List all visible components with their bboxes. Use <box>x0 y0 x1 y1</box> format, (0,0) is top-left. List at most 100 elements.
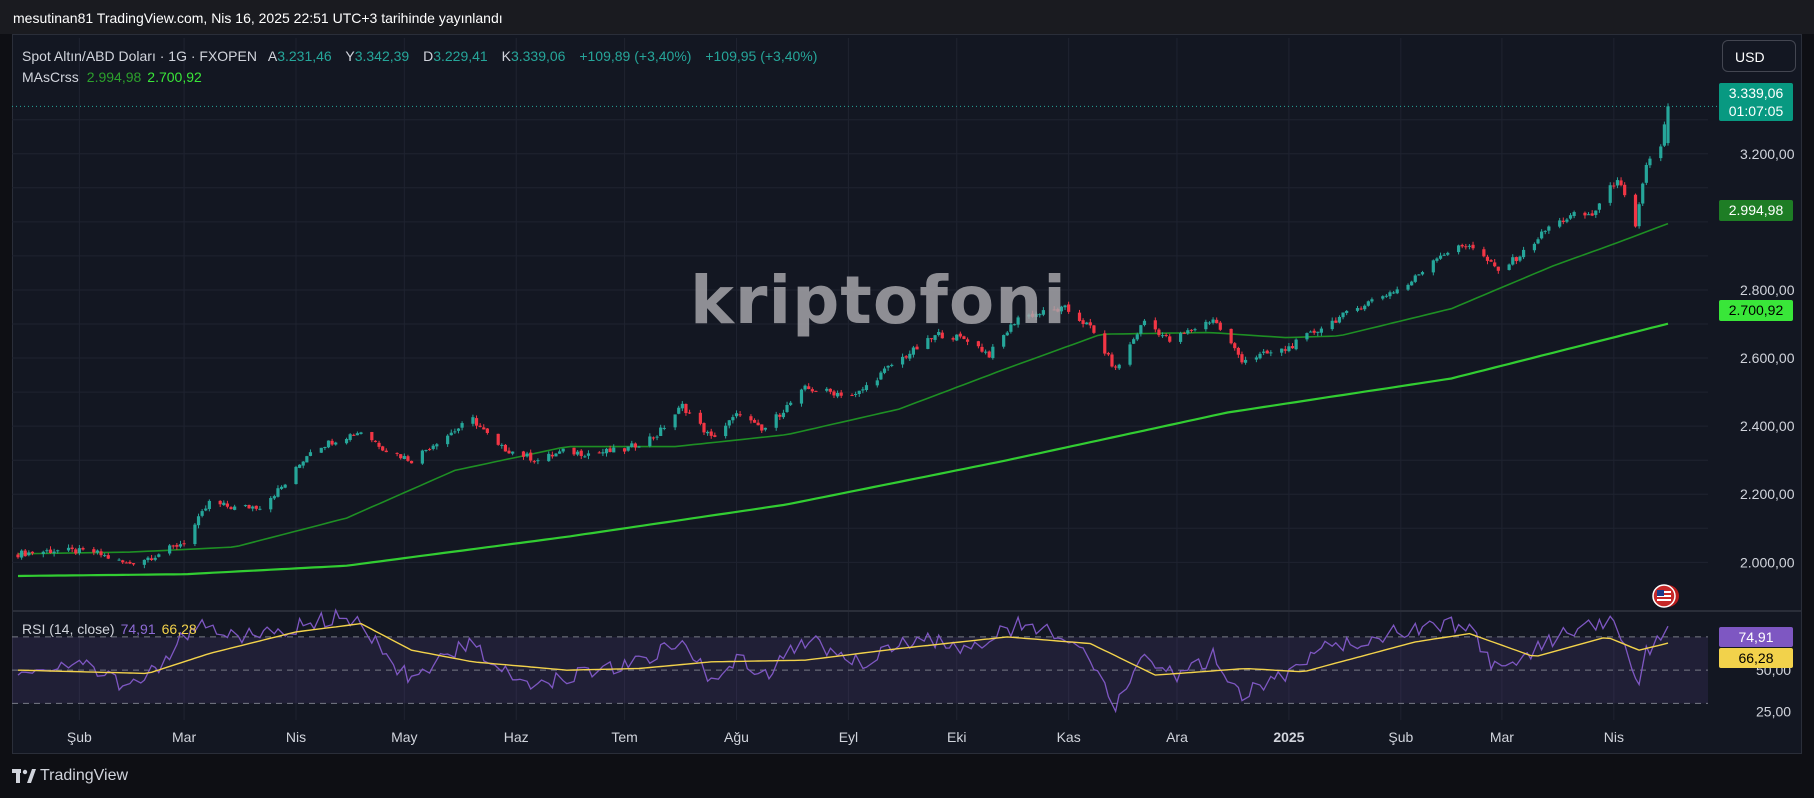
candle-body <box>301 461 305 466</box>
candle-body <box>103 555 107 557</box>
candle-body <box>1615 180 1620 186</box>
candle-body <box>659 427 663 436</box>
ma-line-2 <box>17 322 1669 578</box>
time-tick-label: Nis <box>1604 729 1624 745</box>
candle-body <box>738 414 742 416</box>
high-key: Y <box>345 48 355 64</box>
candle-body <box>677 407 681 414</box>
candle-body <box>1113 366 1118 368</box>
candle-body <box>1511 257 1515 265</box>
candle-body <box>1489 260 1493 262</box>
candle-body <box>1633 194 1638 227</box>
candle-body <box>1446 252 1450 255</box>
tradingview-logo-icon[interactable] <box>12 769 36 783</box>
candle-body <box>1666 106 1670 144</box>
candle-body <box>1456 245 1461 253</box>
candle-body <box>1258 353 1262 359</box>
candle-body <box>1623 184 1627 196</box>
rsi-tag: 74,91 <box>1719 627 1793 647</box>
price-tick-label: 2.200,00 <box>1740 486 1795 502</box>
candle-body <box>1583 212 1587 216</box>
candle-body <box>66 547 71 551</box>
candle-body <box>298 464 302 468</box>
price-tick-label: 2.000,00 <box>1740 554 1795 570</box>
price-tick-label: 2.400,00 <box>1740 418 1795 434</box>
candle-body <box>251 506 255 509</box>
candle-body <box>1597 203 1602 210</box>
candle-body <box>485 428 489 433</box>
candle-body <box>550 454 554 457</box>
ma-fast-tag: 2.994,98 <box>1719 200 1793 221</box>
rsi-label[interactable]: RSI (14, close) <box>22 621 115 637</box>
symbol-label[interactable]: Spot Altın/ABD Doları · 1G · FXOPEN <box>22 48 257 64</box>
candle-body <box>1435 258 1439 261</box>
candle-body <box>825 388 829 391</box>
candle-body <box>384 450 388 453</box>
candle-body <box>857 390 861 394</box>
candle-body <box>1236 347 1240 355</box>
candle-body <box>254 505 258 509</box>
close-key: K <box>501 48 511 64</box>
open-value: 3.231,46 <box>277 48 332 64</box>
candle-body <box>500 444 504 446</box>
candle-body <box>991 346 995 359</box>
candle-body <box>1193 329 1197 331</box>
candle-body <box>1521 249 1526 258</box>
candle-body <box>1337 316 1342 323</box>
candle-body <box>799 389 804 404</box>
candle-body <box>521 451 526 457</box>
time-tick-label: Mar <box>172 729 196 745</box>
candle-body <box>507 450 511 454</box>
candle-body <box>1464 246 1468 248</box>
candle-body <box>1392 292 1396 294</box>
candle-body <box>427 449 432 451</box>
candle-body <box>1493 262 1497 267</box>
candle-body <box>904 356 908 358</box>
candle-body <box>52 551 56 554</box>
ma-label[interactable]: MAsCrss <box>22 69 79 85</box>
high-value: 3.342,39 <box>354 48 410 64</box>
candle-body <box>377 442 381 447</box>
candle-body <box>269 498 273 510</box>
candle-body <box>1283 349 1287 351</box>
candle-body <box>1067 304 1071 312</box>
candle-body <box>976 341 980 347</box>
candle-body <box>774 414 778 428</box>
candle-body <box>131 563 136 565</box>
candle-body <box>1482 249 1486 257</box>
candle-body <box>446 435 450 445</box>
candle-body <box>1366 301 1370 306</box>
change-value-2: +109,95 (+3,40%) <box>705 48 818 64</box>
chart-canvas[interactable]: 2.000,00 2.200,00 2.400,00 2.600,00 2.800,00… <box>0 0 1814 798</box>
candle-body <box>128 561 132 564</box>
candle-body <box>453 431 457 433</box>
candle-body <box>1442 254 1446 256</box>
ohlc-row: Spot Altın/ABD Doları · 1G · FXOPEN A3.2… <box>22 46 827 67</box>
candle-body <box>41 551 45 554</box>
candle-body <box>525 453 529 457</box>
candle-body <box>1243 359 1248 363</box>
candle-body <box>1594 210 1598 215</box>
currency-button[interactable]: USD <box>1722 40 1796 72</box>
candle-body <box>99 551 103 556</box>
ma-slow-value: 2.700,92 <box>147 69 202 85</box>
candle-body <box>760 424 764 431</box>
candle-body <box>70 547 74 550</box>
candle-body <box>1467 245 1472 247</box>
candle-body <box>1507 264 1511 270</box>
candle-body <box>810 389 814 392</box>
candle-body <box>460 423 464 428</box>
candle-body <box>785 404 789 412</box>
time-tick-label: Ara <box>1166 729 1188 745</box>
candle-body <box>1568 215 1573 219</box>
candle-body <box>74 549 78 554</box>
candle-body <box>561 448 565 452</box>
candle-body <box>854 393 858 395</box>
time-tick-label: Eki <box>947 729 966 745</box>
us-flag-icon[interactable] <box>1651 582 1679 610</box>
candle-body <box>272 496 276 499</box>
candle-body <box>305 456 309 463</box>
footer-brand[interactable]: TradingView <box>40 767 128 785</box>
candle-body <box>431 445 435 449</box>
candle-body <box>171 545 175 547</box>
